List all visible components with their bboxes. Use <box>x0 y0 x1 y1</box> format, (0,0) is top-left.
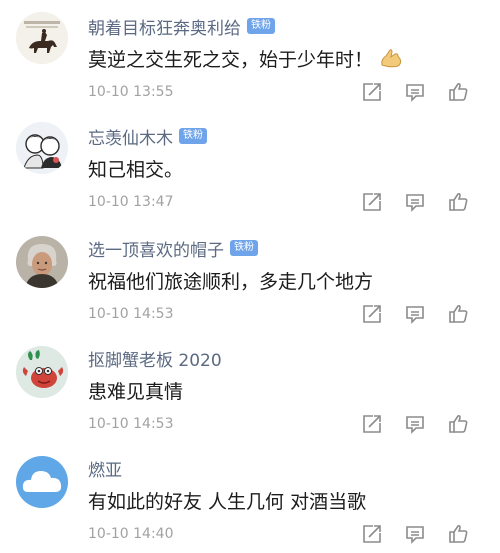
comment-text: 患难见真情 <box>88 381 184 403</box>
cartoon-crab-avatar-icon <box>16 346 68 398</box>
name-row: 抠脚蟹老板 2020 <box>88 346 222 371</box>
like-icon <box>449 192 468 211</box>
comment-time: 10-10 13:47 <box>88 194 174 210</box>
comment-time: 10-10 13:55 <box>88 84 174 100</box>
like-icon <box>449 524 468 543</box>
avatar[interactable] <box>16 346 68 398</box>
share-icon <box>363 525 381 543</box>
share-icon <box>363 193 381 211</box>
name-row: 忘羡仙木木 铁粉 <box>88 124 207 149</box>
comment-item: 选一顶喜欢的帽子 铁粉 祝福他们旅途顺利，多走几个地方 10-10 14:53 <box>0 222 500 332</box>
comment-list: 朝着目标狂奔奥利给 铁粉 莫逆之交生死之交，始于少年时！ 10-10 13:55 <box>0 0 500 553</box>
avatar[interactable] <box>16 236 68 288</box>
portrait-photo-avatar-icon <box>16 236 68 288</box>
comment-item: 忘羡仙木木 铁粉 知己相交。 10-10 13:47 <box>0 110 500 220</box>
share-icon <box>363 305 381 323</box>
comment-text: 有如此的好友 人生几何 对酒当歌 <box>88 491 367 513</box>
comment-item: 抠脚蟹老板 2020 患难见真情 10-10 14:53 <box>0 332 500 442</box>
comment-text: 祝福他们旅途顺利，多走几个地方 <box>88 271 374 293</box>
username[interactable]: 选一顶喜欢的帽子 <box>88 236 224 261</box>
comment-time: 10-10 14:53 <box>88 306 174 322</box>
name-row: 燃亚 <box>88 456 122 481</box>
share-icon <box>363 415 381 433</box>
reply-button[interactable] <box>403 302 427 326</box>
like-button[interactable] <box>446 302 470 326</box>
name-row: 朝着目标狂奔奥利给 铁粉 <box>88 14 275 39</box>
reply-icon <box>406 306 424 324</box>
comment-actions <box>360 190 470 214</box>
username[interactable]: 燃亚 <box>88 456 122 481</box>
like-icon <box>449 82 468 101</box>
reply-button[interactable] <box>403 412 427 436</box>
username[interactable]: 忘羡仙木木 <box>88 124 173 149</box>
comment-text: 知己相交。 <box>88 159 184 181</box>
comment-time: 10-10 14:40 <box>88 526 174 542</box>
folded-hands-icon <box>379 47 403 74</box>
share-button[interactable] <box>360 522 384 546</box>
comment-actions <box>360 412 470 436</box>
like-button[interactable] <box>446 190 470 214</box>
share-button[interactable] <box>360 80 384 104</box>
share-button[interactable] <box>360 190 384 214</box>
reply-icon <box>406 416 424 434</box>
comment-actions <box>360 522 470 546</box>
avatar[interactable] <box>16 12 68 64</box>
share-button[interactable] <box>360 302 384 326</box>
comment-item: 朝着目标狂奔奥利给 铁粉 莫逆之交生死之交，始于少年时！ 10-10 13:55 <box>0 0 500 110</box>
like-button[interactable] <box>446 522 470 546</box>
fan-badge: 铁粉 <box>179 128 207 144</box>
reply-icon <box>406 526 424 544</box>
comment-actions <box>360 302 470 326</box>
avatar[interactable] <box>16 456 68 508</box>
like-icon <box>449 304 468 323</box>
share-button[interactable] <box>360 412 384 436</box>
reply-icon <box>406 194 424 212</box>
like-button[interactable] <box>446 412 470 436</box>
avatar[interactable] <box>16 122 68 174</box>
comment-item: 燃亚 有如此的好友 人生几何 对酒当歌 10-10 14:40 <box>0 442 500 553</box>
reply-button[interactable] <box>403 190 427 214</box>
comment-text-content: 莫逆之交生死之交，始于少年时！ <box>88 49 374 71</box>
fan-badge: 铁粉 <box>247 18 275 34</box>
reply-icon <box>406 84 424 102</box>
comment-time: 10-10 14:53 <box>88 416 174 432</box>
share-icon <box>363 83 381 101</box>
blue-cloud-avatar-icon <box>16 456 68 508</box>
comment-text: 莫逆之交生死之交，始于少年时！ <box>88 45 403 74</box>
username[interactable]: 抠脚蟹老板 2020 <box>88 346 222 371</box>
username[interactable]: 朝着目标狂奔奥利给 <box>88 14 241 39</box>
fan-badge: 铁粉 <box>230 240 258 256</box>
reply-button[interactable] <box>403 80 427 104</box>
name-row: 选一顶喜欢的帽子 铁粉 <box>88 236 258 261</box>
cartoon-duo-avatar-icon <box>16 122 68 174</box>
comment-actions <box>360 80 470 104</box>
horse-rider-avatar-icon <box>16 12 68 64</box>
reply-button[interactable] <box>403 522 427 546</box>
like-icon <box>449 414 468 433</box>
like-button[interactable] <box>446 80 470 104</box>
